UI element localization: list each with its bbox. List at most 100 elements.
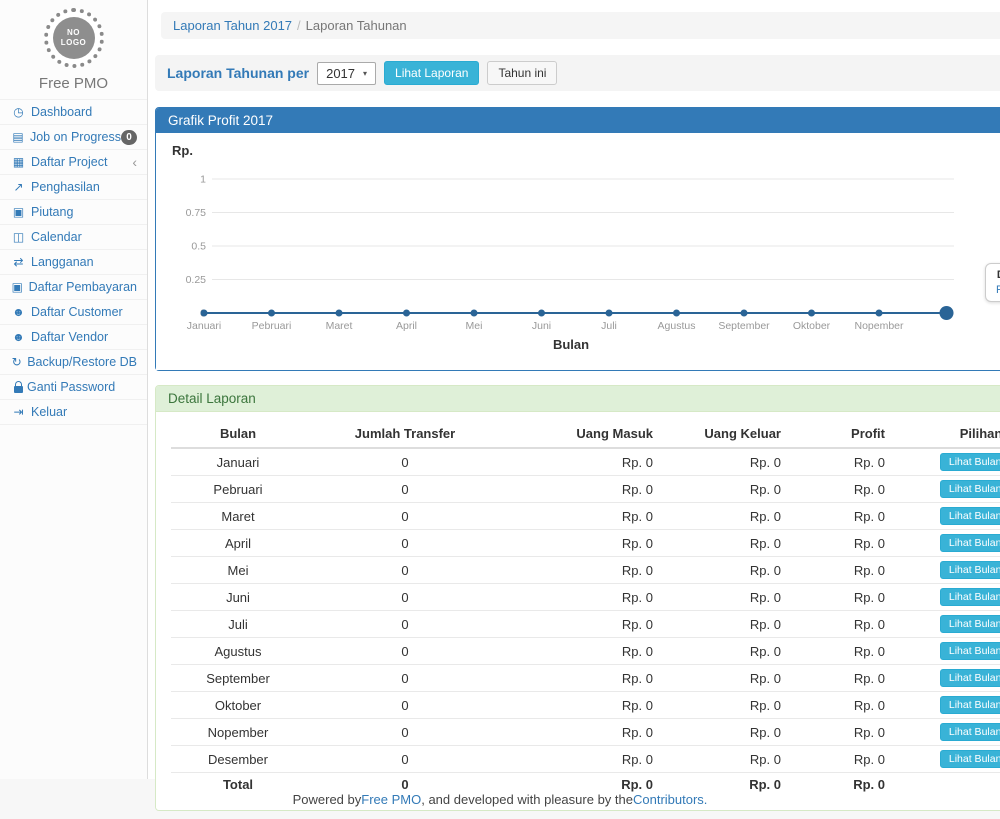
cell-uang_masuk: Rp. 0 (505, 557, 661, 584)
svg-text:Nopember: Nopember (854, 320, 904, 332)
table-header-row: BulanJumlah TransferUang MasukUang Kelua… (171, 420, 1000, 448)
column-header-pilihan: Pilihan (893, 420, 1000, 448)
x-axis-labels: JanuariPebruariMaretAprilMeiJuniJuliAgus… (187, 320, 904, 332)
lihat-bulanan-button-mei[interactable]: Lihat Bulanan (940, 561, 1000, 579)
data-point-agustus[interactable] (673, 310, 680, 317)
cell-profit: Rp. 0 (789, 692, 893, 719)
chart-area: Rp. 00.250.50.751JanuariPebruariMaretApr… (156, 133, 1000, 370)
data-point-april[interactable] (403, 310, 410, 317)
cell-uang_masuk: Rp. 0 (505, 692, 661, 719)
data-point-mei[interactable] (471, 310, 478, 317)
lihat-bulanan-button-oktober[interactable]: Lihat Bulanan (940, 696, 1000, 714)
calendar-icon: ◫ (10, 230, 27, 244)
filter-label: Laporan Tahunan per (167, 65, 309, 81)
cell-jumlah_transfer: 0 (305, 719, 505, 746)
lihat-bulanan-button-september[interactable]: Lihat Bulanan (940, 669, 1000, 687)
sidebar-item-label: Piutang (31, 205, 73, 219)
cell-bulan: Nopember (171, 719, 305, 746)
sidebar-item-penghasilan[interactable]: ↗Penghasilan (0, 175, 147, 200)
main-content: Laporan Tahun 2017/Laporan Tahunan Lapor… (148, 0, 1000, 779)
lihat-bulanan-button-pebruari[interactable]: Lihat Bulanan (940, 480, 1000, 498)
sidebar-item-keluar[interactable]: ⇥Keluar (0, 400, 147, 425)
lihat-bulanan-button-desember[interactable]: Lihat Bulanan (940, 750, 1000, 768)
cell-uang_masuk: Rp. 0 (505, 503, 661, 530)
cell-profit: Rp. 0 (789, 584, 893, 611)
data-point-januari[interactable] (201, 310, 208, 317)
table-row-pebruari: Pebruari0Rp. 0Rp. 0Rp. 0Lihat Bulanan (171, 476, 1000, 503)
data-point-juli[interactable] (606, 310, 613, 317)
y-axis-title: Rp. (172, 143, 193, 158)
svg-text:1: 1 (200, 174, 206, 186)
lihat-bulanan-button-agustus[interactable]: Lihat Bulanan (940, 642, 1000, 660)
report-filter-bar: Laporan Tahunan per 2017 ▾ Lihat Laporan… (155, 55, 1000, 91)
cell-uang_keluar: Rp. 0 (661, 584, 789, 611)
users-icon: ☻ (10, 330, 27, 344)
sidebar-item-daftar-pembayaran[interactable]: ▣Daftar Pembayaran (0, 275, 147, 300)
column-header-profit: Profit (789, 420, 893, 448)
data-point-september[interactable] (741, 310, 748, 317)
report-table: BulanJumlah TransferUang MasukUang Kelua… (171, 420, 1000, 796)
chevron-left-icon: ‹ (132, 157, 137, 167)
cell-jumlah_transfer: 0 (305, 692, 505, 719)
data-point-nopember[interactable] (876, 310, 883, 317)
year-select[interactable]: 2017 ▾ (317, 62, 376, 85)
lihat-laporan-button[interactable]: Lihat Laporan (384, 61, 479, 85)
sidebar-item-calendar[interactable]: ◫Calendar (0, 225, 147, 250)
data-point-pebruari[interactable] (268, 310, 275, 317)
detail-table-body: BulanJumlah TransferUang MasukUang Kelua… (156, 412, 1000, 810)
cell-uang_masuk: Rp. 0 (505, 611, 661, 638)
sidebar-item-langganan[interactable]: ⇄Langganan (0, 250, 147, 275)
cell-jumlah_transfer: 0 (305, 638, 505, 665)
sidebar-item-label: Dashboard (31, 105, 92, 119)
footer-text-middle: , and developed with pleasure by the (421, 792, 633, 807)
sidebar-item-daftar-customer[interactable]: ☻Daftar Customer (0, 300, 147, 325)
cell-jumlah_transfer: 0 (305, 530, 505, 557)
cell-uang_keluar: Rp. 0 (661, 746, 789, 773)
table-row-maret: Maret0Rp. 0Rp. 0Rp. 0Lihat Bulanan (171, 503, 1000, 530)
lihat-bulanan-button-januari[interactable]: Lihat Bulanan (940, 453, 1000, 471)
profit-line-chart[interactable]: 00.250.50.751JanuariPebruariMaretAprilMe… (156, 169, 986, 339)
dashboard-icon: ◷ (10, 105, 27, 119)
sidebar-item-backup-restore-db[interactable]: ↻Backup/Restore DB (0, 350, 147, 375)
sidebar-item-label: Backup/Restore DB (27, 355, 137, 369)
cell-uang_keluar: Rp. 0 (661, 530, 789, 557)
cell-profit: Rp. 0 (789, 530, 893, 557)
cell-jumlah_transfer: 0 (305, 746, 505, 773)
data-point-oktober[interactable] (808, 310, 815, 317)
lihat-bulanan-button-juli[interactable]: Lihat Bulanan (940, 615, 1000, 633)
lihat-bulanan-button-nopember[interactable]: Lihat Bulanan (940, 723, 1000, 741)
lihat-bulanan-button-maret[interactable]: Lihat Bulanan (940, 507, 1000, 525)
data-point-desember[interactable] (940, 306, 954, 320)
breadcrumb-link-laporan-tahun-2017[interactable]: Laporan Tahun 2017 (173, 18, 292, 33)
cell-uang_masuk: Rp. 0 (505, 530, 661, 557)
cell-uang_keluar: Rp. 0 (661, 611, 789, 638)
sidebar-item-dashboard[interactable]: ◷ Dashboard (0, 100, 147, 125)
cell-pilihan: Lihat Bulanan (893, 476, 1000, 503)
data-point-juni[interactable] (538, 310, 545, 317)
cell-profit: Rp. 0 (789, 638, 893, 665)
sidebar-item-job-on-progress[interactable]: ▤Job on Progress0 (0, 125, 147, 150)
footer-text-prefix: Powered by (293, 792, 362, 807)
footer-freepmo-link[interactable]: Free PMO (361, 792, 421, 807)
brand-name: Free PMO (0, 75, 147, 92)
cell-bulan: Mei (171, 557, 305, 584)
sidebar-item-ganti-password[interactable]: Ganti Password (0, 375, 147, 400)
cell-uang_keluar: Rp. 0 (661, 476, 789, 503)
cell-bulan: Pebruari (171, 476, 305, 503)
sidebar-item-piutang[interactable]: ▣Piutang (0, 200, 147, 225)
lihat-bulanan-button-april[interactable]: Lihat Bulanan (940, 534, 1000, 552)
sidebar-menu: ◷ Dashboard ▤Job on Progress0▦Daftar Proje… (0, 99, 147, 425)
cell-pilihan: Lihat Bulanan (893, 692, 1000, 719)
x-axis-title: Bulan (156, 337, 986, 352)
cell-pilihan: Lihat Bulanan (893, 719, 1000, 746)
sidebar-item-daftar-project[interactable]: ▦Daftar Project‹ (0, 150, 147, 175)
year-select-value: 2017 (326, 66, 355, 81)
lihat-bulanan-button-juni[interactable]: Lihat Bulanan (940, 588, 1000, 606)
table-row-oktober: Oktober0Rp. 0Rp. 0Rp. 0Lihat Bulanan (171, 692, 1000, 719)
sidebar-item-daftar-vendor[interactable]: ☻Daftar Vendor (0, 325, 147, 350)
sidebar-item-label: Job on Progress (30, 130, 121, 144)
tahun-ini-button[interactable]: Tahun ini (487, 61, 557, 85)
cell-jumlah_transfer: 0 (305, 476, 505, 503)
footer-contributors-link[interactable]: Contributors. (633, 792, 707, 807)
data-point-maret[interactable] (336, 310, 343, 317)
